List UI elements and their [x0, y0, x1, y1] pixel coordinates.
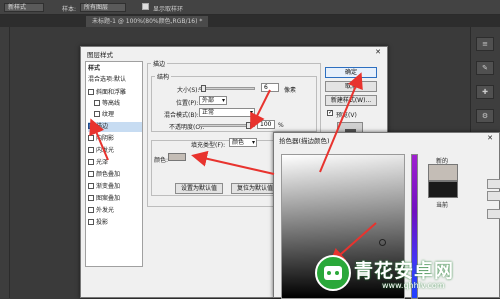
watermark: 青花安卓网 www.qhhlv.com: [310, 248, 496, 298]
arrow-to-stroke-item: [89, 118, 109, 161]
watermark-title: 青花安卓网: [354, 260, 455, 282]
arrow-to-color-swatch: [191, 150, 275, 175]
arrow-to-ok-button: [319, 72, 363, 173]
watermark-url: www.qhhlv.com: [382, 281, 445, 290]
watermark-logo-icon: [315, 255, 351, 291]
arrow-to-opacity: [250, 89, 271, 130]
